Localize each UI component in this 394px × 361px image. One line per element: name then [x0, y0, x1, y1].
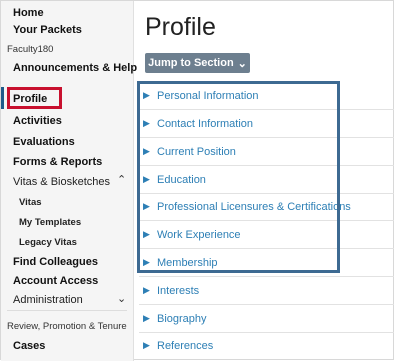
- section-row[interactable]: ▶ Membership: [139, 249, 394, 277]
- sidebar-item-activities[interactable]: Activities: [13, 115, 62, 127]
- sidebar-item-find-colleagues[interactable]: Find Colleagues: [13, 256, 98, 268]
- sidebar-item-home[interactable]: Home: [13, 7, 44, 19]
- sidebar-item-cases[interactable]: Cases: [13, 340, 45, 352]
- section-row[interactable]: ▶ Professional Licensures & Certificatio…: [139, 193, 394, 221]
- caret-right-icon: ▶: [143, 257, 150, 267]
- sidebar-subitem-vitas[interactable]: Vitas: [19, 197, 42, 208]
- section-row[interactable]: ▶ Personal Information: [139, 82, 394, 110]
- section-row[interactable]: ▶ Education: [139, 166, 394, 194]
- section-label[interactable]: Work Experience: [157, 229, 241, 241]
- sidebar-subitem-legacy-vitas[interactable]: Legacy Vitas: [19, 237, 77, 248]
- section-label[interactable]: Contact Information: [157, 118, 253, 130]
- sidebar-section-faculty180: Faculty180: [7, 44, 54, 55]
- section-label[interactable]: Membership: [157, 257, 218, 269]
- caret-right-icon: ▶: [143, 201, 150, 211]
- section-label[interactable]: References: [157, 340, 213, 352]
- sidebar-subitem-my-templates[interactable]: My Templates: [19, 217, 81, 228]
- profile-highlight-box: [7, 87, 62, 109]
- sidebar-section-rpt: Review, Promotion & Tenure: [7, 321, 127, 332]
- sidebar-item-evaluations[interactable]: Evaluations: [13, 136, 75, 148]
- caret-right-icon: ▶: [143, 174, 150, 184]
- caret-right-icon: ▶: [143, 118, 150, 128]
- sidebar-item-announcements[interactable]: Announcements & Help: [13, 62, 137, 74]
- active-indicator: [1, 87, 4, 109]
- section-row[interactable]: ▶ Current Position: [139, 138, 394, 166]
- section-label[interactable]: Interests: [157, 285, 199, 297]
- chevron-down-icon[interactable]: ⌄: [117, 292, 126, 305]
- sidebar-item-account-access[interactable]: Account Access: [13, 275, 98, 287]
- caret-right-icon: ▶: [143, 313, 150, 323]
- section-row[interactable]: ▶ References: [139, 332, 394, 359]
- section-row[interactable]: ▶ Interests: [139, 277, 394, 305]
- jump-to-section-label: Jump to Section: [148, 57, 234, 69]
- section-row[interactable]: ▶ Work Experience: [139, 221, 394, 249]
- page-title: Profile: [145, 13, 216, 41]
- jump-to-section-button[interactable]: Jump to Section ⌄: [145, 53, 250, 73]
- caret-right-icon: ▶: [143, 340, 150, 350]
- sidebar: Home Your Packets Faculty180 Announcemen…: [1, 1, 137, 361]
- caret-right-icon: ▶: [143, 285, 150, 295]
- chevron-down-icon: ⌄: [237, 57, 247, 70]
- section-label[interactable]: Professional Licensures & Certifications: [157, 201, 351, 213]
- caret-right-icon: ▶: [143, 90, 150, 100]
- sidebar-divider: [7, 310, 127, 311]
- section-label[interactable]: Personal Information: [157, 90, 259, 102]
- section-label[interactable]: Biography: [157, 313, 207, 325]
- section-row[interactable]: ▶ Biography: [139, 305, 394, 333]
- sidebar-item-forms-reports[interactable]: Forms & Reports: [13, 156, 102, 168]
- sidebar-item-your-packets[interactable]: Your Packets: [13, 24, 82, 36]
- chevron-up-icon[interactable]: ⌃: [117, 173, 126, 186]
- sidebar-item-vitas-biosketches[interactable]: Vitas & Biosketches: [13, 176, 110, 188]
- section-row[interactable]: ▶ Contact Information: [139, 110, 394, 138]
- caret-right-icon: ▶: [143, 229, 150, 239]
- caret-right-icon: ▶: [143, 146, 150, 156]
- section-label[interactable]: Education: [157, 174, 206, 186]
- section-label[interactable]: Current Position: [157, 146, 236, 158]
- sidebar-item-administration[interactable]: Administration: [13, 294, 83, 306]
